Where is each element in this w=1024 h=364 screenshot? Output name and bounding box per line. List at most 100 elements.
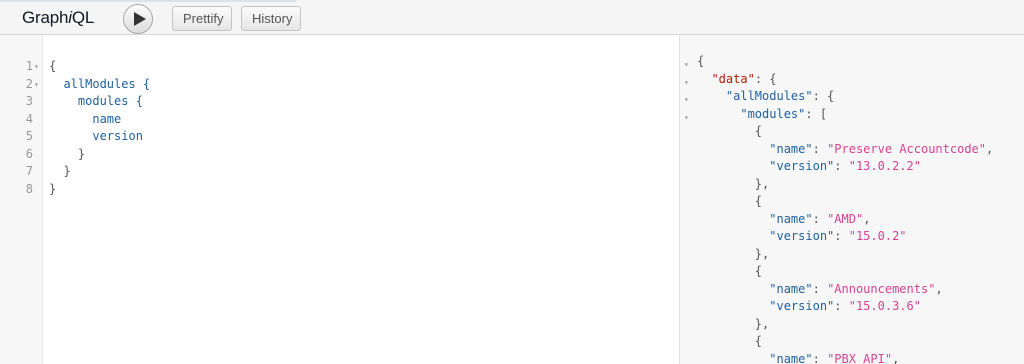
result-token (697, 212, 769, 226)
line-number: 8 (25, 181, 33, 196)
query-line-text: name (49, 111, 122, 126)
query-line-text: } (49, 146, 86, 161)
result-token (697, 282, 769, 296)
result-token: "modules" (740, 106, 806, 121)
result-line: "allModules": { (697, 88, 834, 106)
result-token: , (935, 281, 943, 296)
query-line: 7 } (0, 163, 679, 181)
query-line: 5 version (0, 128, 679, 146)
fold-arrow-icon[interactable]: ▾ (34, 58, 39, 76)
result-line: "modules": [ (697, 106, 827, 124)
result-token: "name" (769, 281, 813, 296)
app-title: GraphiQL (22, 8, 94, 28)
result-token: "version" (769, 159, 835, 173)
execute-button[interactable] (123, 4, 153, 34)
query-line-text: } (49, 164, 71, 178)
result-token (697, 352, 769, 364)
result-line: { (697, 193, 762, 211)
line-number: 4 (25, 111, 33, 126)
history-button[interactable]: History (241, 6, 301, 31)
result-line: "data": { (697, 71, 777, 89)
result-token (697, 89, 726, 103)
result-token: "Preserve Accountcode" (827, 141, 987, 156)
result-line: "name": "Announcements", (697, 281, 943, 299)
query-line-text: } (49, 181, 57, 196)
result-token: "15.0.3.6" (848, 299, 921, 313)
result-line: { (697, 263, 762, 281)
result-token: }, (697, 246, 770, 261)
query-line-text: allModules { (49, 76, 151, 91)
result-token (697, 159, 769, 173)
result-token: "AMD" (827, 211, 864, 226)
result-token (697, 72, 711, 86)
tab-accent-line (0, 0, 296, 2)
result-token: "data" (711, 71, 755, 86)
result-line: "name": "AMD", (697, 211, 870, 229)
result-token: , (986, 141, 994, 156)
line-number: 5 (25, 129, 33, 143)
result-token: , (892, 351, 900, 364)
result-token (697, 142, 769, 156)
result-token (697, 107, 740, 121)
result-line: "version": "15.0.2" (697, 228, 907, 246)
line-number: 7 (25, 164, 33, 178)
result-token: : (834, 159, 849, 173)
result-token: : (812, 141, 828, 156)
query-line-text: modules { (49, 94, 143, 108)
result-token: }, (697, 176, 770, 191)
query-line: 4 name (0, 111, 679, 129)
fold-arrow-icon[interactable]: ▾ (684, 91, 689, 109)
result-line: "version": "13.0.2.2" (697, 158, 921, 176)
fold-arrow-icon[interactable]: ▾ (684, 74, 689, 92)
result-token: "PBX API" (827, 351, 893, 364)
line-number: 1 (25, 59, 33, 73)
query-editor[interactable]: 1 ▾{2 ▾ allModules {3 modules {4 name 5 ver… (0, 35, 679, 364)
result-token: , (863, 211, 871, 226)
result-token: : (812, 281, 828, 296)
line-number: 6 (25, 146, 33, 161)
result-token: "name" (769, 351, 813, 364)
query-line: 6 } (0, 146, 679, 164)
app-title-suffix: QL (71, 8, 95, 27)
result-token: }, (697, 316, 770, 331)
result-token: : { (754, 71, 777, 86)
line-number: 2 (25, 76, 33, 91)
result-line: { (697, 123, 762, 141)
result-token: "name" (769, 211, 813, 226)
result-line: "name": "PBX API", (697, 351, 899, 364)
query-line: 8} (0, 181, 679, 199)
result-token: "Announcements" (827, 281, 936, 296)
result-token: : (812, 351, 828, 364)
line-number: 3 (25, 94, 33, 108)
result-token: : (812, 211, 828, 226)
query-line: 1 ▾ { (0, 58, 679, 76)
fold-arrow-icon[interactable]: ▾ (684, 56, 689, 74)
result-line: "name": "Preserve Accountcode", (697, 141, 993, 159)
app-title-prefix: Graph (22, 8, 69, 27)
result-token (697, 299, 769, 313)
query-line-text: { (49, 59, 57, 73)
result-token: { (697, 194, 763, 208)
query-line-text: version (49, 129, 143, 143)
result-token: "13.0.2.2" (848, 159, 921, 173)
result-token: { (697, 334, 763, 348)
result-viewer: ▾{▾ "data": {▾ "allModules": {▾ "modules… (680, 35, 1024, 364)
result-token: : [ (805, 106, 828, 121)
result-line: }, (697, 316, 769, 334)
result-token: { (697, 264, 763, 278)
result-token: : { (812, 89, 835, 103)
result-token (697, 229, 769, 243)
result-token: "version" (769, 299, 835, 313)
query-line: 2 ▾ allModules { (0, 76, 679, 94)
result-token: "name" (769, 141, 813, 156)
result-token: : (834, 229, 849, 243)
fold-arrow-icon[interactable]: ▾ (34, 76, 39, 94)
result-token: { (697, 124, 763, 138)
toolbar: GraphiQL Prettify History (0, 0, 1024, 35)
result-line: { (697, 53, 704, 71)
result-token: "allModules" (725, 89, 813, 103)
prettify-button[interactable]: Prettify (172, 6, 232, 31)
result-token: "15.0.2" (848, 229, 907, 243)
fold-arrow-icon[interactable]: ▾ (684, 109, 689, 127)
play-icon (134, 12, 146, 26)
